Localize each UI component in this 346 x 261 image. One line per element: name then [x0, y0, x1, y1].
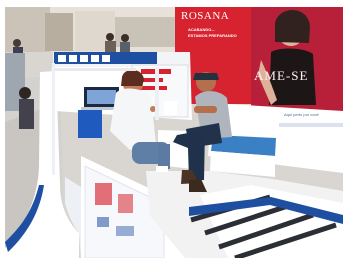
ad-slogan: AME-SE: [254, 68, 309, 83]
promo-text-line-2: ESTAMOS PREPARANDO: [188, 33, 237, 38]
photo-scene: ROSANA ACABANDO... ESTAMOS PREPARANDO AM…: [0, 0, 346, 261]
promo-text-line-1: ACABANDO...: [188, 27, 215, 32]
store-brand-sign: ROSANA: [181, 10, 230, 22]
mall-kiosk-photo: ROSANA ACABANDO... ESTAMOS PREPARANDO AM…: [5, 7, 343, 258]
kiosk-bench-text: Aqui perto por você: [284, 112, 319, 117]
